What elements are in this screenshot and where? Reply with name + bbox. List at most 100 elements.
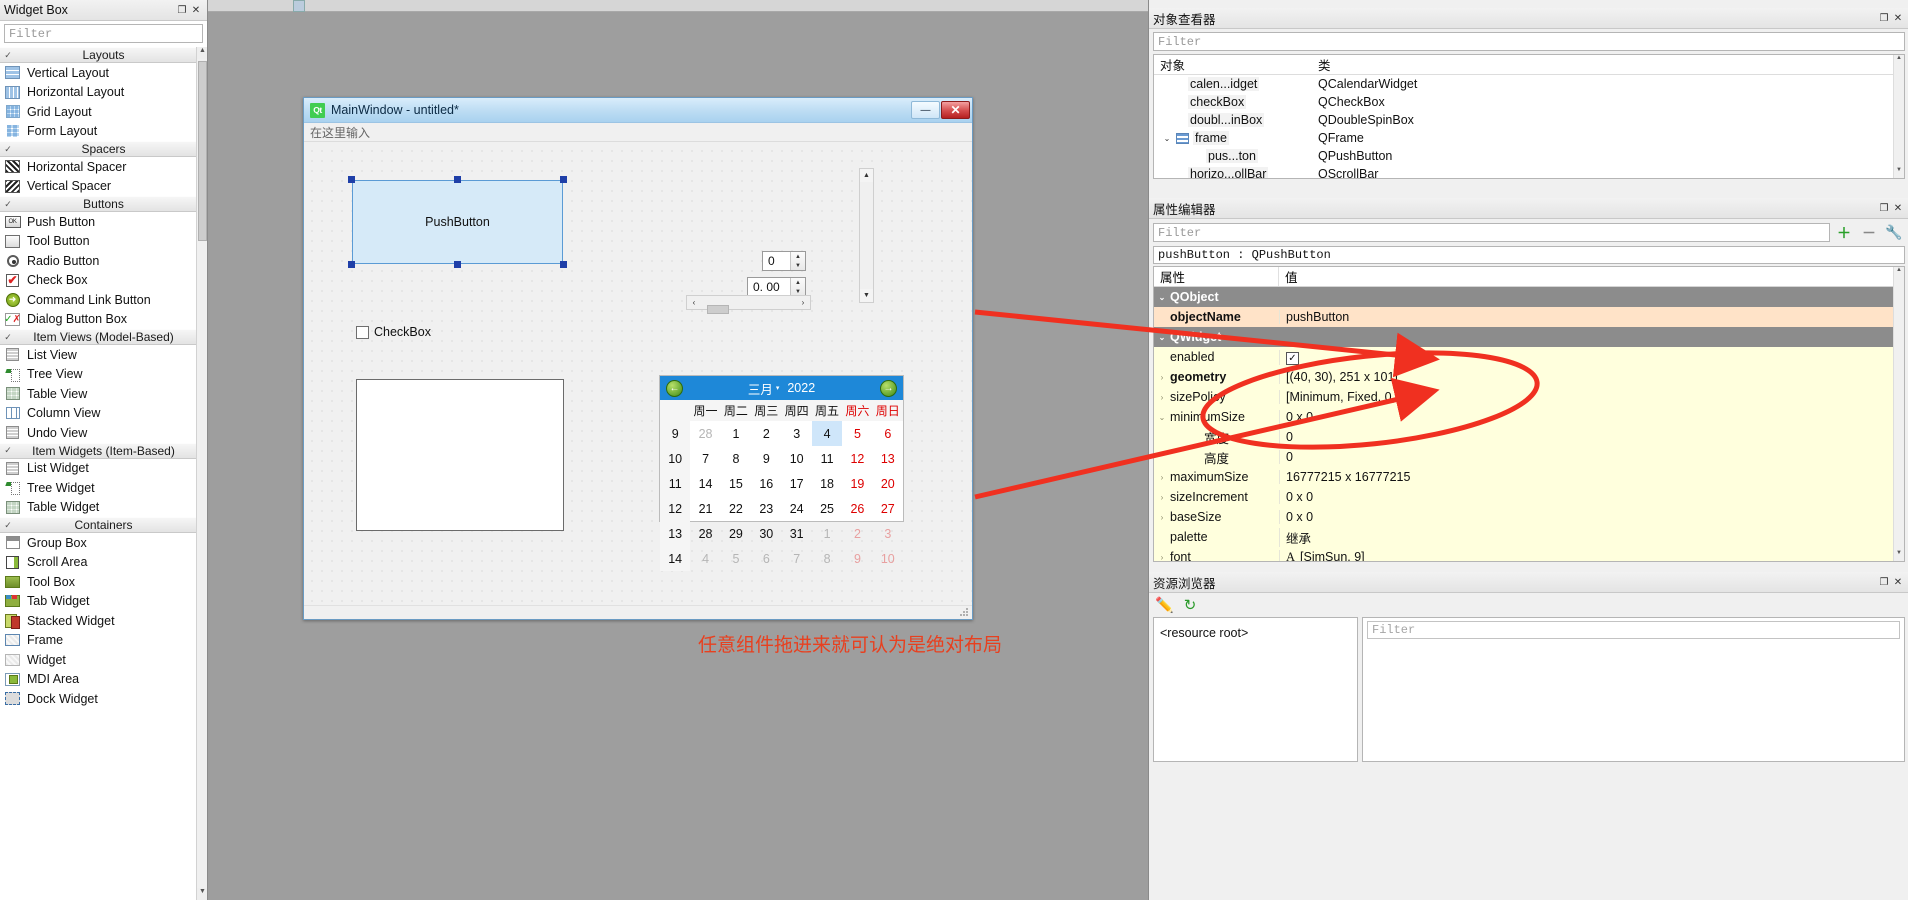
form-design-area[interactable]: PushButton 0 ▲ ▼ 0. 00 ▲ ▼ ▲ ▼ ‹ › Check…	[304, 143, 972, 605]
object-inspector-row[interactable]: horizo...ollBar QScrollBar	[1154, 165, 1904, 178]
calendar-day-cell[interactable]: 10	[873, 546, 903, 571]
chevron-down-icon[interactable]: ▾	[776, 384, 780, 392]
chevron-right-icon[interactable]: ›	[1154, 393, 1170, 402]
object-inspector-tree[interactable]: 对象 类 calen...idget QCalendarWidget checkBo…	[1153, 54, 1905, 179]
widget-box-filter-input[interactable]: Filter	[4, 24, 203, 43]
minimize-button[interactable]: —	[911, 101, 940, 119]
widget-item-dialog-button-box[interactable]: ✓ ✗ Dialog Button Box	[0, 310, 207, 330]
close-icon[interactable]: ✕	[1891, 575, 1905, 589]
property-value[interactable]: 0 x 0	[1279, 510, 1904, 524]
object-inspector-row[interactable]: ⌄ frame QFrame	[1154, 129, 1904, 147]
widget-item-vertical-layout[interactable]: Vertical Layout	[0, 63, 207, 83]
widget-item-horizontal-spacer[interactable]: Horizontal Spacer	[0, 157, 207, 177]
chevron-right-icon[interactable]: ›	[1154, 553, 1170, 562]
property-editor-scrollbar[interactable]: ▲ ▼	[1893, 267, 1904, 561]
chevron-right-icon[interactable]: ›	[1154, 513, 1170, 522]
widget-item-grid-layout[interactable]: Grid Layout	[0, 102, 207, 122]
canvas-toolbar-button[interactable]	[293, 0, 305, 12]
chevron-right-icon[interactable]: ›	[1154, 373, 1170, 382]
enabled-checkbox[interactable]: ✓	[1286, 351, 1299, 365]
widget-item-table-view[interactable]: Table View	[0, 384, 207, 404]
widget-item-push-button[interactable]: OK Push Button	[0, 212, 207, 232]
spinbox-down-icon[interactable]: ▼	[791, 261, 805, 270]
calendar-day-cell[interactable]: 11	[812, 446, 842, 471]
calendar-day-cell[interactable]: 24	[782, 496, 812, 521]
restore-icon[interactable]: ❐	[175, 3, 189, 17]
calendar-day-cell[interactable]: 29	[721, 521, 751, 546]
calendar-day-cell[interactable]: 9	[842, 546, 872, 571]
widget-group-item-views-model-based[interactable]: ✓ Item Views (Model-Based)	[0, 329, 207, 345]
chevron-down-icon[interactable]: ⌄	[1154, 293, 1170, 302]
widget-item-group-box[interactable]: Group Box	[0, 533, 207, 553]
calendar-day-cell[interactable]: 14	[690, 471, 720, 496]
object-inspector-row[interactable]: doubl...inBox QDoubleSpinBox	[1154, 111, 1904, 129]
widget-item-list-view[interactable]: List View	[0, 345, 207, 365]
widget-item-frame[interactable]: Frame	[0, 631, 207, 651]
calendar-day-cell[interactable]: 4	[690, 546, 720, 571]
property-row[interactable]: ⌄ minimumSize 0 x 0	[1154, 407, 1904, 427]
spinbox-up-icon[interactable]: ▲	[791, 252, 805, 261]
widget-item-tree-view[interactable]: Tree View	[0, 365, 207, 385]
calendar-day-cell[interactable]: 2	[842, 521, 872, 546]
calendar-day-cell[interactable]: 31	[782, 521, 812, 546]
property-editor-filter-input[interactable]: Filter	[1153, 223, 1830, 242]
property-row[interactable]: › font A [SimSun, 9]	[1154, 547, 1904, 562]
resource-filter-input[interactable]: Filter	[1367, 621, 1900, 639]
property-row[interactable]: enabled ✓	[1154, 347, 1904, 367]
property-value[interactable]: 0	[1279, 430, 1904, 444]
widget-group-layouts[interactable]: ✓ Layouts	[0, 47, 207, 63]
calendar-day-cell[interactable]: 7	[782, 546, 812, 571]
design-canvas[interactable]: Qt MainWindow - untitled* — ✕ 在这里输入 Push…	[208, 0, 1148, 900]
property-editor-rows[interactable]: ⌄ QObject objectName pushButton ⌄ QWidget enab…	[1154, 287, 1904, 562]
property-row[interactable]: palette 继承	[1154, 527, 1904, 547]
property-value[interactable]: [Minimum, Fixed, 0, 0]	[1279, 390, 1904, 404]
property-value[interactable]: A [SimSun, 9]	[1279, 549, 1904, 561]
widget-item-scroll-area[interactable]: Scroll Area	[0, 553, 207, 573]
calendar-day-cell[interactable]: 23	[751, 496, 781, 521]
resize-grip-icon[interactable]	[959, 607, 970, 618]
widget-item-undo-view[interactable]: Undo View	[0, 423, 207, 443]
calendar-day-cell[interactable]: 6	[751, 546, 781, 571]
widget-box-list[interactable]: ✓ Layouts Vertical Layout Horizontal Layout…	[0, 47, 207, 900]
property-row[interactable]: › sizePolicy [Minimum, Fixed, 0, 0]	[1154, 387, 1904, 407]
property-value[interactable]: [(40, 30), 251 x 101]	[1279, 370, 1904, 384]
chevron-down-icon[interactable]: ⌄	[1154, 413, 1170, 422]
calendar-grid[interactable]: 周一 周二 周三 周四 周五 周六 周日 9 28 1 2 3 4 5 6 10 7 8 9 10 11 12 13 11 1…	[660, 400, 903, 571]
property-value[interactable]: 继承	[1279, 527, 1904, 547]
calendar-day-cell[interactable]: 8	[721, 446, 751, 471]
widget-item-column-view[interactable]: Column View	[0, 404, 207, 424]
hscroll-left-icon[interactable]: ‹	[687, 298, 701, 307]
property-group-row[interactable]: ⌄ QWidget	[1154, 327, 1904, 347]
calendar-year-label[interactable]: 2022	[787, 381, 815, 395]
chevron-right-icon[interactable]: ›	[1154, 493, 1170, 502]
calendar-day-cell[interactable]: 25	[812, 496, 842, 521]
calendar-day-cell[interactable]: 1	[812, 521, 842, 546]
scroll-down-icon[interactable]: ▼	[197, 888, 207, 900]
hscroll-thumb[interactable]	[707, 304, 729, 314]
calendar-day-cell[interactable]: 3	[782, 421, 812, 446]
property-editor-table[interactable]: 属性 值 ⌄ QObject objectName pushButton ⌄ QWidge…	[1153, 266, 1905, 562]
widget-item-tool-button[interactable]: Tool Button	[0, 232, 207, 252]
widget-group-buttons[interactable]: ✓ Buttons	[0, 196, 207, 212]
calendar-day-cell[interactable]: 8	[812, 546, 842, 571]
close-icon[interactable]: ✕	[189, 3, 203, 17]
widget-item-vertical-spacer[interactable]: Vertical Spacer	[0, 177, 207, 197]
vscroll-down-icon[interactable]: ▼	[860, 289, 873, 302]
restore-icon[interactable]: ❐	[1877, 201, 1891, 215]
widget-group-item-widgets-item-based[interactable]: ✓ Item Widgets (Item-Based)	[0, 442, 207, 459]
object-inspector-row[interactable]: pus...ton QPushButton	[1154, 147, 1904, 165]
calendar-day-cell[interactable]: 4	[811, 421, 843, 446]
widget-item-list-widget[interactable]: List Widget	[0, 459, 207, 479]
property-group-row[interactable]: ⌄ QObject	[1154, 287, 1904, 307]
spinbox-widget[interactable]: 0 ▲ ▼	[762, 251, 806, 271]
widget-item-stacked-widget[interactable]: Stacked Widget	[0, 611, 207, 631]
resize-handle-top-left[interactable]	[348, 176, 355, 183]
doublespinbox-arrows[interactable]: ▲ ▼	[790, 278, 805, 296]
calendar-widget[interactable]: ← 三月 ▾ 2022 → 周一 周二 周三 周四 周五 周六 周日 9 28 1 2 3 4 5 6 10…	[659, 375, 904, 571]
calendar-day-cell[interactable]: 5	[721, 546, 751, 571]
close-icon[interactable]: ✕	[1891, 201, 1905, 215]
reload-icon[interactable]: ↻	[1184, 596, 1197, 614]
property-row[interactable]: › baseSize 0 x 0	[1154, 507, 1904, 527]
property-row[interactable]: › maximumSize 16777215 x 16777215	[1154, 467, 1904, 487]
vscroll-up-icon[interactable]: ▲	[860, 169, 873, 182]
